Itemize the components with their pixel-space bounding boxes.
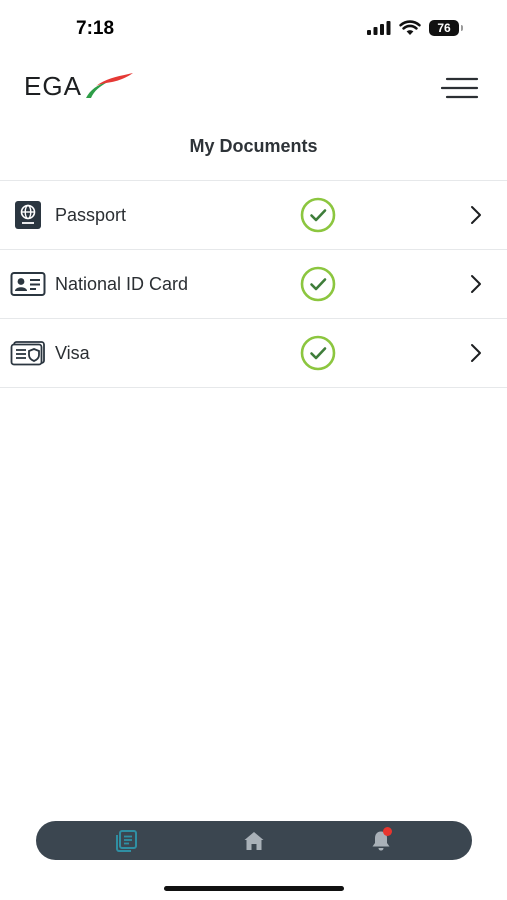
status-icons: 76 (367, 20, 463, 36)
list-item-national-id[interactable]: National ID Card (0, 250, 507, 319)
battery-indicator: 76 (429, 20, 463, 36)
verified-check-icon (300, 266, 336, 302)
document-list: Passport National ID Card Visa (0, 180, 507, 388)
home-indicator (164, 886, 344, 891)
screen: 7:18 76 EGA My Documents Passport Nation… (0, 0, 507, 900)
notification-dot (383, 827, 392, 836)
logo-swoosh-icon (85, 73, 133, 98)
wifi-icon (399, 20, 421, 35)
documents-icon (116, 830, 137, 852)
bottom-nav (36, 821, 472, 860)
ega-logo: EGA (24, 72, 134, 100)
cellular-signal-icon (367, 21, 391, 35)
list-item-passport[interactable]: Passport (0, 181, 507, 250)
passport-icon (10, 200, 46, 230)
nav-documents[interactable] (114, 829, 138, 853)
document-label: Visa (55, 342, 90, 363)
visa-icon (10, 338, 46, 368)
list-item-visa[interactable]: Visa (0, 319, 507, 388)
hamburger-menu-icon (440, 77, 479, 99)
page-title: My Documents (189, 136, 318, 156)
status-bar: 7:18 76 (0, 0, 507, 56)
status-time: 7:18 (76, 18, 115, 39)
verified-check-icon (300, 197, 336, 233)
chevron-right-icon (471, 275, 481, 293)
document-label: National ID Card (55, 273, 189, 294)
id-card-icon (10, 269, 46, 299)
chevron-right-icon (471, 206, 481, 224)
home-icon (244, 832, 264, 850)
chevron-right-icon (471, 344, 481, 362)
verified-check-icon (300, 335, 336, 371)
logo-text: EGA (24, 71, 82, 101)
app-header: EGA (0, 60, 507, 116)
menu-button[interactable] (440, 74, 479, 102)
document-label: Passport (55, 204, 127, 225)
nav-notifications[interactable] (369, 827, 393, 853)
nav-home[interactable] (242, 829, 266, 853)
